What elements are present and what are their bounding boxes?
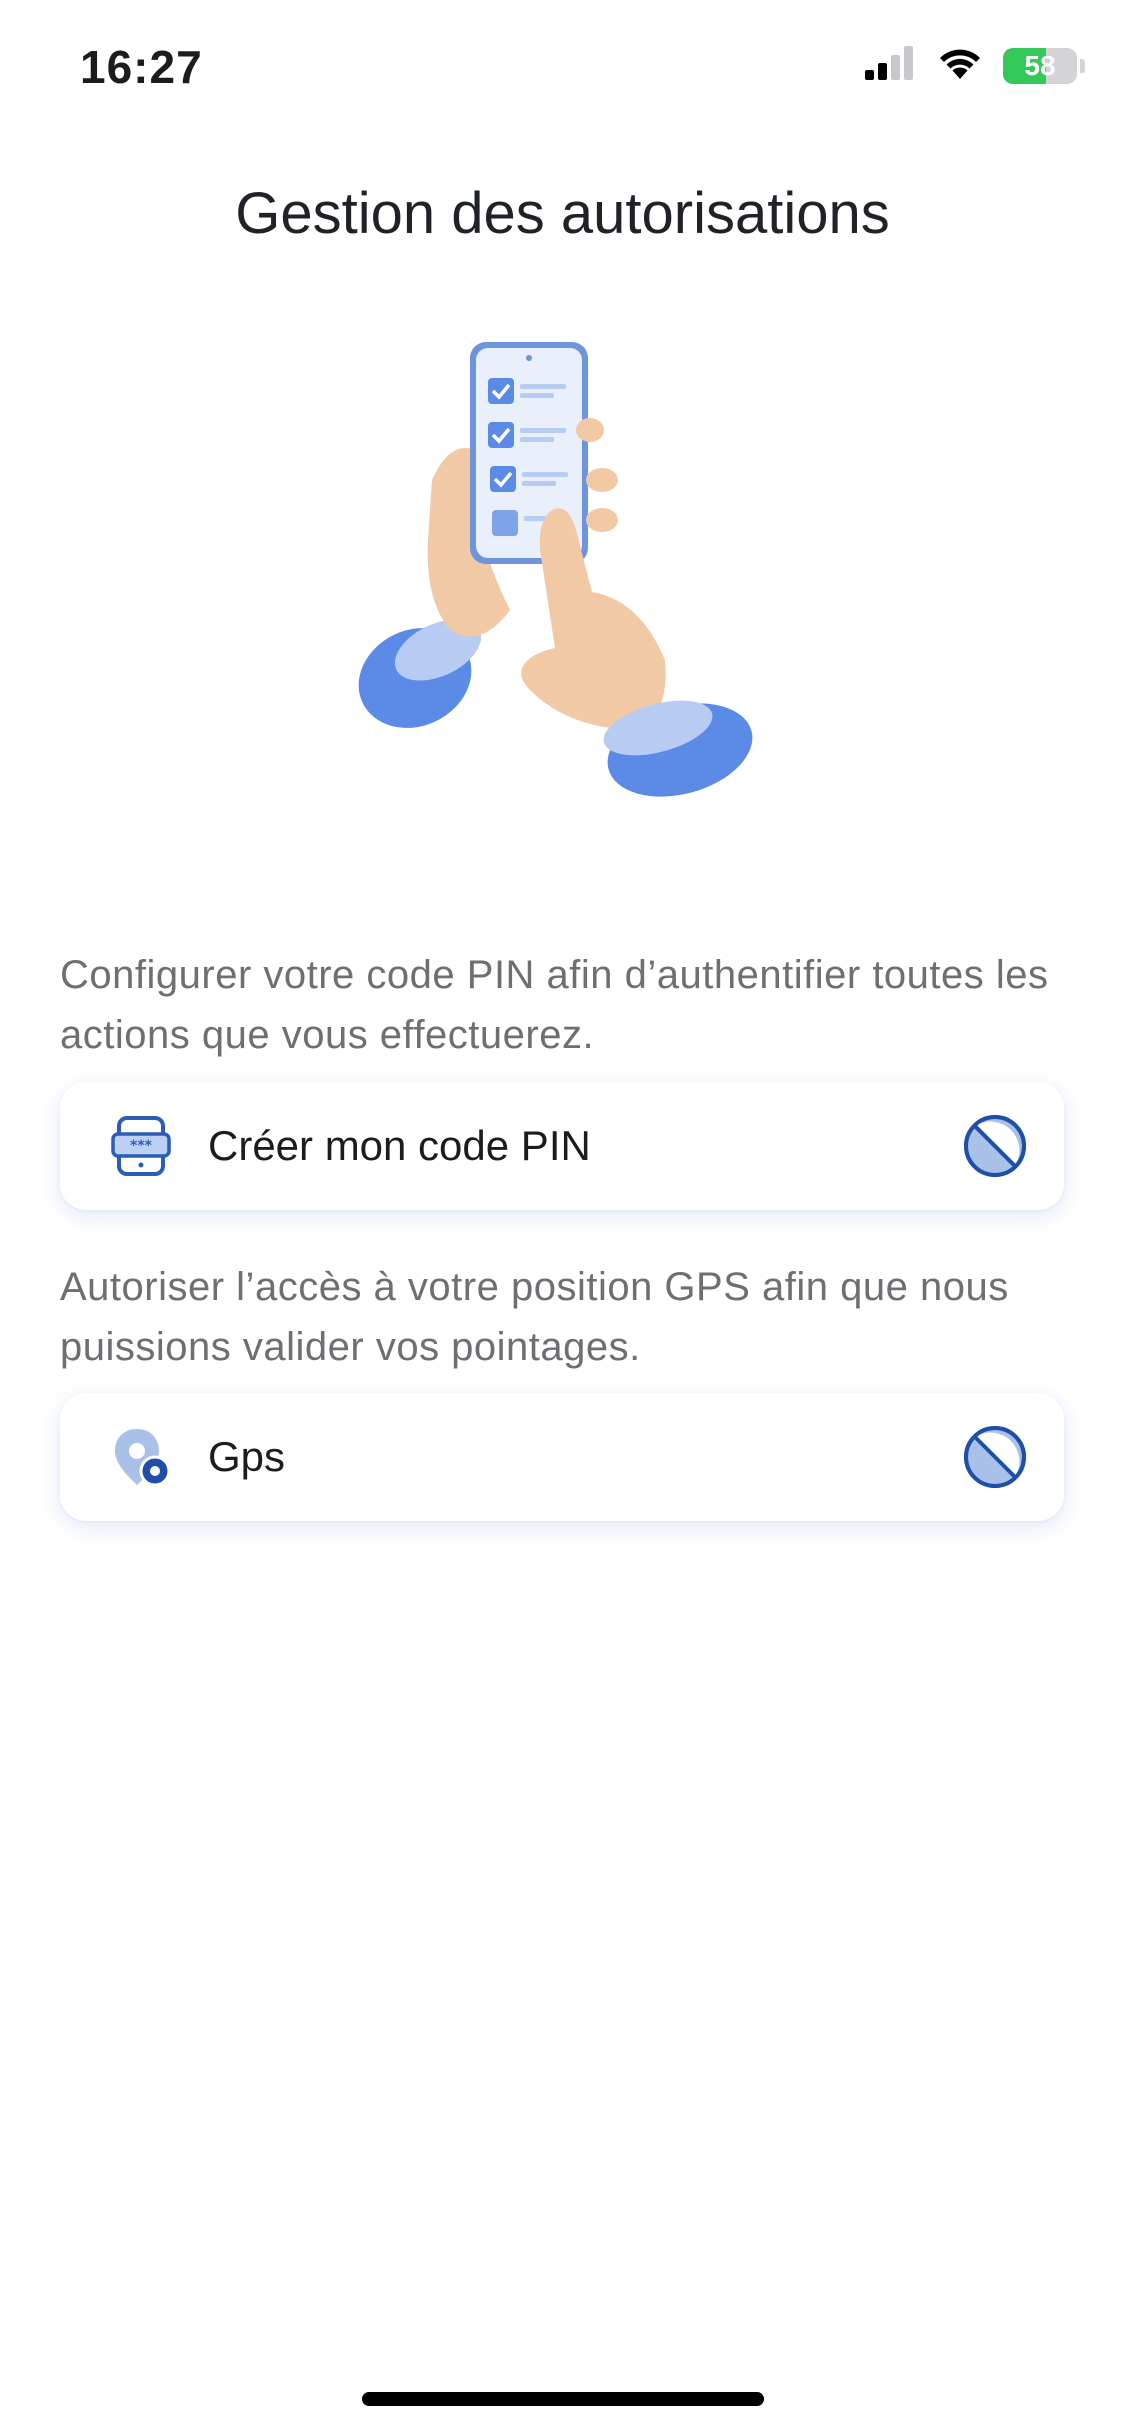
create-pin-label: Créer mon code PIN <box>208 1122 591 1169</box>
status-time: 16:27 <box>80 41 203 93</box>
hands-holding-phone-checklist-illustration <box>340 330 800 870</box>
page-title: Gestion des autorisations <box>235 181 890 246</box>
gps-card[interactable]: Gps <box>60 1393 1064 1521</box>
pin-description: Configurer votre code PIN afin d’authent… <box>60 953 1049 1057</box>
home-indicator[interactable] <box>362 2392 764 2406</box>
gps-label: Gps <box>208 1433 286 1480</box>
gps-description: Autoriser l’accès à votre position GPS a… <box>60 1265 1009 1369</box>
not-granted-icon <box>962 1424 1028 1490</box>
battery-charging-icon: 58 <box>1003 47 1085 84</box>
status-bar: 16:27 58 <box>0 0 1125 140</box>
create-pin-card[interactable]: *** Créer mon code PIN <box>60 1082 1064 1210</box>
svg-text:***: *** <box>130 1138 153 1154</box>
not-granted-icon <box>962 1113 1028 1179</box>
location-pin-icon <box>106 1422 176 1492</box>
status-indicators: 58 <box>865 46 1085 85</box>
pin-code-icon: *** <box>106 1111 176 1181</box>
battery-level: 58 <box>1024 49 1056 81</box>
cellular-signal-icon <box>865 46 917 85</box>
wifi-icon <box>937 46 983 85</box>
